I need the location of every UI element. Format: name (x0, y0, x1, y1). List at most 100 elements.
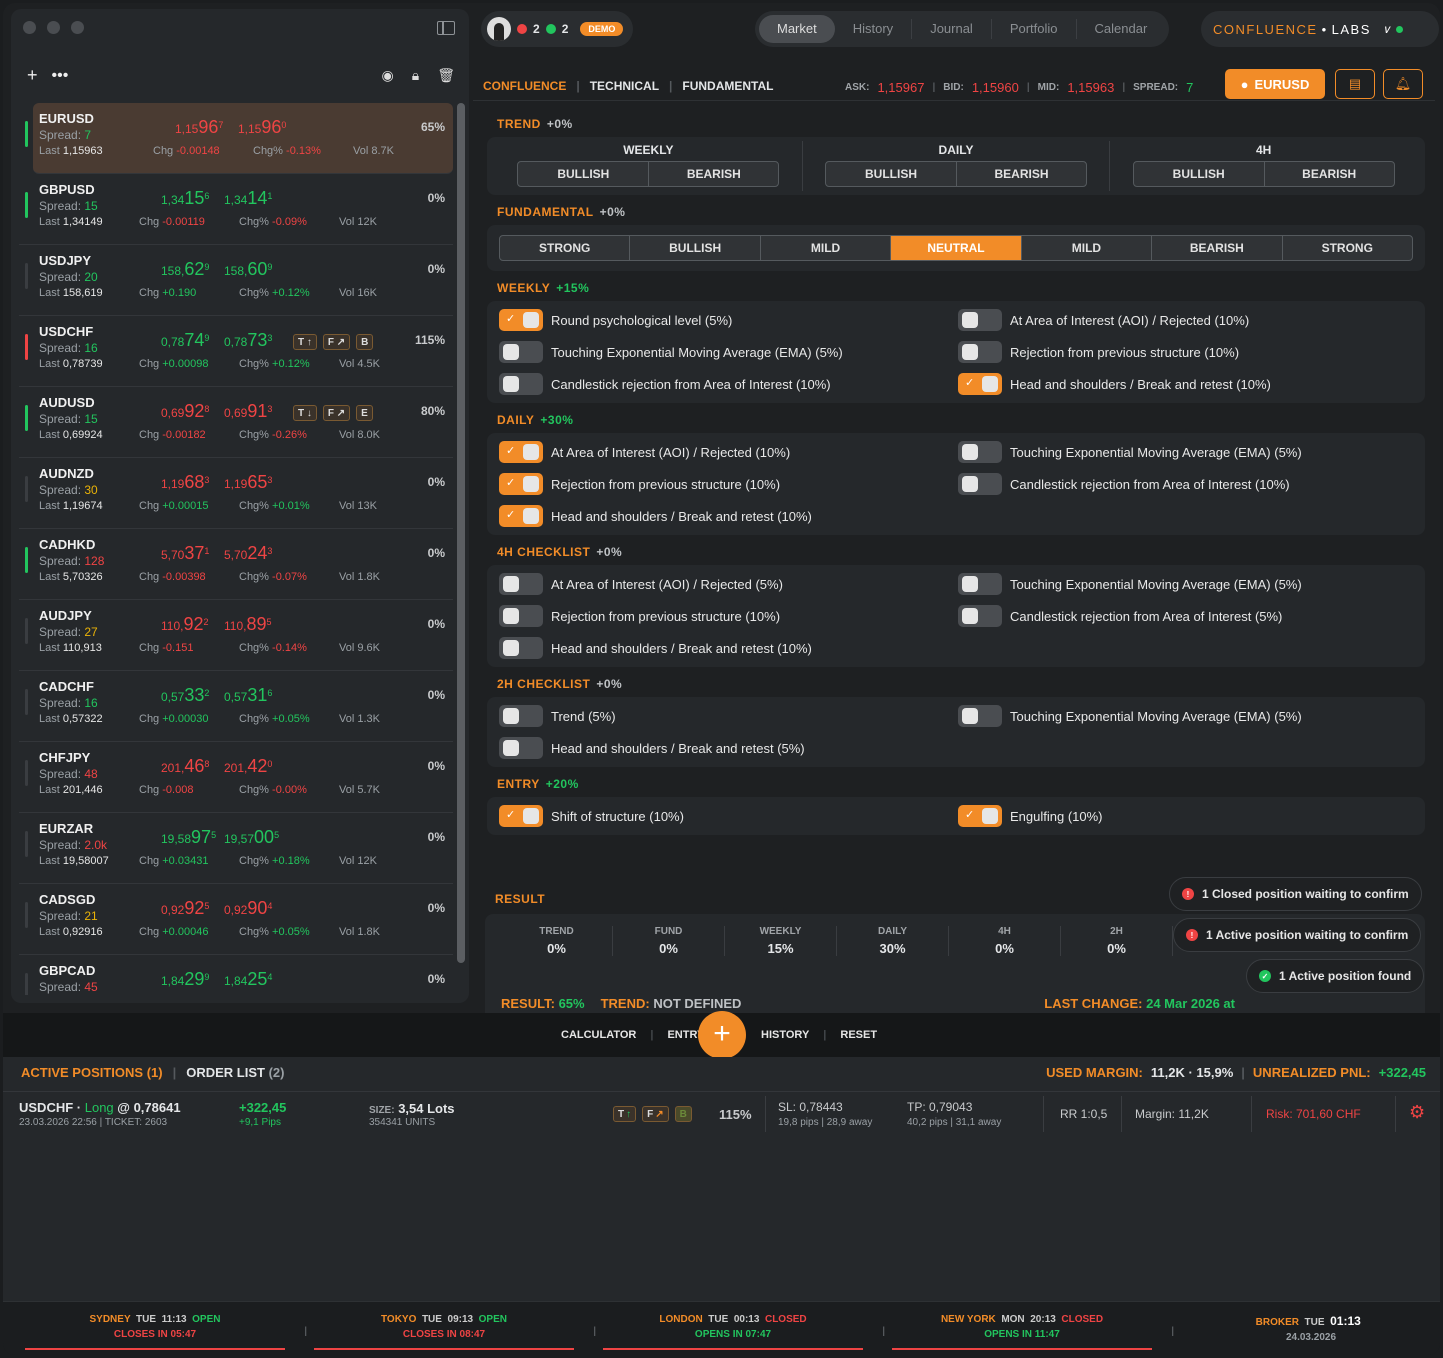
toggle-switch[interactable] (499, 441, 543, 463)
toggle-switch[interactable] (958, 309, 1002, 331)
toggle-switch[interactable] (499, 737, 543, 759)
toggle-switch[interactable] (499, 805, 543, 827)
checklist-item[interactable]: Candlestick rejection from Area of Inter… (958, 605, 1417, 627)
fundamental-option-neutral[interactable]: NEUTRAL (890, 236, 1021, 260)
bearish-button[interactable]: BEARISH (1263, 162, 1394, 186)
toggle-switch[interactable] (958, 341, 1002, 363)
reset-button[interactable]: RESET (840, 1029, 877, 1041)
checklist-item[interactable]: At Area of Interest (AOI) / Rejected (10… (499, 441, 958, 463)
tab-history[interactable]: History (835, 19, 913, 39)
sidebar-toggle-icon[interactable] (437, 21, 455, 35)
watchlist-row-chfjpy[interactable]: CHFJPY Spread: 48 Last 201,446 201,468 201,4… (19, 742, 453, 813)
checklist-item[interactable]: Engulfing (10%) (958, 805, 1417, 827)
history-button[interactable]: HISTORY (761, 1029, 809, 1041)
checklist-item[interactable]: Touching Exponential Moving Average (EMA… (958, 705, 1417, 727)
checklist-item[interactable]: Shift of structure (10%) (499, 805, 958, 827)
position-row[interactable]: USDCHF · Long @ 0,78641 23.03.2026 22:56… (3, 1091, 1440, 1139)
lock-icon[interactable]: 🔒︎ (412, 67, 419, 84)
toggle-switch[interactable] (499, 573, 543, 595)
fundamental-option-strong[interactable]: STRONG (500, 236, 629, 260)
fundamental-option-mild[interactable]: MILD (759, 236, 890, 260)
add-icon[interactable]: + (27, 65, 38, 86)
tab-technical[interactable]: TECHNICAL (590, 79, 659, 93)
toggle-switch[interactable] (499, 473, 543, 495)
checklist-item[interactable]: Head and shoulders / Break and retest (5… (499, 737, 958, 759)
watchlist-row-cadchf[interactable]: CADCHF Spread: 16 Last 0,57322 0,57332 0,573… (19, 671, 453, 742)
user-pill[interactable]: 2 2 DEMO (481, 11, 633, 47)
tab-fundamental[interactable]: FUNDAMENTAL (682, 79, 773, 93)
checklist-item[interactable]: Candlestick rejection from Area of Inter… (499, 373, 958, 395)
add-position-button[interactable]: + (698, 1011, 746, 1059)
fundamental-option-strong[interactable]: STRONG (1281, 236, 1412, 260)
toggle-switch[interactable] (958, 441, 1002, 463)
bullish-button[interactable]: BULLISH (1134, 162, 1264, 186)
checklist-item[interactable]: Head and shoulders / Break and retest (1… (958, 373, 1417, 395)
tab-calendar[interactable]: Calendar (1077, 19, 1166, 39)
checklist-item[interactable]: Rejection from previous structure (10%) (958, 341, 1417, 363)
toggle-switch[interactable] (499, 605, 543, 627)
tab-active-positions[interactable]: ACTIVE POSITIONS (1) (21, 1065, 163, 1080)
bullish-button[interactable]: BULLISH (826, 162, 956, 186)
checklist-item[interactable]: Head and shoulders / Break and retest (1… (499, 637, 958, 659)
checklist-item[interactable]: At Area of Interest (AOI) / Rejected (5%… (499, 573, 958, 595)
toggle-switch[interactable] (499, 637, 543, 659)
bullish-button[interactable]: BULLISH (518, 162, 648, 186)
toggle-switch[interactable] (958, 705, 1002, 727)
watchlist-scrollbar[interactable] (457, 103, 465, 963)
checklist-item[interactable]: Trend (5%) (499, 705, 958, 727)
toast-active-found[interactable]: ✓ 1 Active position found (1246, 959, 1425, 993)
watchlist-row-audnzd[interactable]: AUDNZD Spread: 30 Last 1,19674 1,19683 1,196… (19, 458, 453, 529)
watchlist-row-gbpcad[interactable]: GBPCAD Spread: 45 1,84299 1,84254 0% (19, 955, 453, 995)
checklist-item[interactable]: Rejection from previous structure (10%) (499, 473, 958, 495)
gear-icon[interactable]: ⚙ (1409, 1102, 1425, 1123)
bearish-button[interactable]: BEARISH (956, 162, 1086, 186)
checklist-item[interactable]: Candlestick rejection from Area of Inter… (958, 473, 1417, 495)
watchlist-row-usdjpy[interactable]: USDJPY Spread: 20 Last 158,619 158,629 158,6… (19, 245, 453, 316)
watchlist-row-audusd[interactable]: AUDUSD Spread: 15 Last 0,69924 0,69928 0,699… (19, 387, 453, 458)
toast-closed-position[interactable]: ! 1 Closed position waiting to confirm (1169, 877, 1422, 911)
watchlist-row-cadsgd[interactable]: CADSGD Spread: 21 Last 0,92916 0,92925 0,929… (19, 884, 453, 955)
checklist-item[interactable]: Touching Exponential Moving Average (EMA… (499, 341, 958, 363)
fundamental-option-bearish[interactable]: BEARISH (1151, 236, 1281, 260)
checklist-item[interactable]: Rejection from previous structure (10%) (499, 605, 958, 627)
checklist-item[interactable]: Touching Exponential Moving Average (EMA… (958, 441, 1417, 463)
toggle-switch[interactable] (958, 573, 1002, 595)
tab-confluence[interactable]: CONFLUENCE (483, 79, 566, 93)
fundamental-option-bullish[interactable]: BULLISH (629, 236, 759, 260)
toggle-switch[interactable] (499, 309, 543, 331)
watchlist-row-eurzar[interactable]: EURZAR Spread: 2.0k Last 19,58007 19,58975 1… (19, 813, 453, 884)
watchlist-row-eurusd[interactable]: EURUSD Spread: 7 Last 1,15963 1,15967 1,1596… (25, 103, 453, 174)
toggle-switch[interactable] (499, 341, 543, 363)
toggle-switch[interactable] (958, 605, 1002, 627)
toggle-switch[interactable] (499, 505, 543, 527)
toggle-switch[interactable] (958, 373, 1002, 395)
bearish-button[interactable]: BEARISH (648, 162, 778, 186)
toggle-switch[interactable] (499, 705, 543, 727)
tab-order-list[interactable]: ORDER LIST (2) (186, 1065, 284, 1080)
watchlist-row-cadhkd[interactable]: CADHKD Spread: 128 Last 5,70326 5,70371 5,70… (19, 529, 453, 600)
toast-active-waiting[interactable]: ! 1 Active position waiting to confirm (1173, 918, 1422, 952)
toggle-switch[interactable] (958, 473, 1002, 495)
toggle-switch[interactable] (499, 373, 543, 395)
watchlist-row-audjpy[interactable]: AUDJPY Spread: 27 Last 110,913 110,922 110,8… (19, 600, 453, 671)
checklist-item[interactable]: Round psychological level (5%) (499, 309, 958, 331)
fundamental-option-mild[interactable]: MILD (1020, 236, 1151, 260)
zoom-window-button[interactable] (71, 21, 84, 34)
alerts-button[interactable]: 🔔︎ (1383, 69, 1423, 99)
watchlist-row-gbpusd[interactable]: GBPUSD Spread: 15 Last 1,34149 1,34156 1,341… (19, 174, 453, 245)
avatar[interactable] (487, 17, 511, 41)
toggle-switch[interactable] (958, 805, 1002, 827)
tab-journal[interactable]: Journal (912, 19, 992, 39)
minimize-window-button[interactable] (47, 21, 60, 34)
checklist-item[interactable]: At Area of Interest (AOI) / Rejected (10… (958, 309, 1417, 331)
tab-market[interactable]: Market (759, 15, 835, 43)
calculator-button[interactable]: CALCULATOR (561, 1029, 636, 1041)
tab-portfolio[interactable]: Portfolio (992, 19, 1077, 39)
trash-icon[interactable]: 🗑︎ (437, 67, 455, 84)
close-window-button[interactable] (23, 21, 36, 34)
calendar-button[interactable]: ▤ (1335, 69, 1375, 99)
watchlist-row-usdchf[interactable]: USDCHF Spread: 16 Last 0,78739 0,78749 0,787… (19, 316, 453, 387)
symbol-button[interactable]: ● EURUSD (1225, 69, 1325, 99)
eye-icon[interactable]: ◉ (382, 67, 394, 84)
more-icon[interactable]: ••• (52, 67, 69, 85)
